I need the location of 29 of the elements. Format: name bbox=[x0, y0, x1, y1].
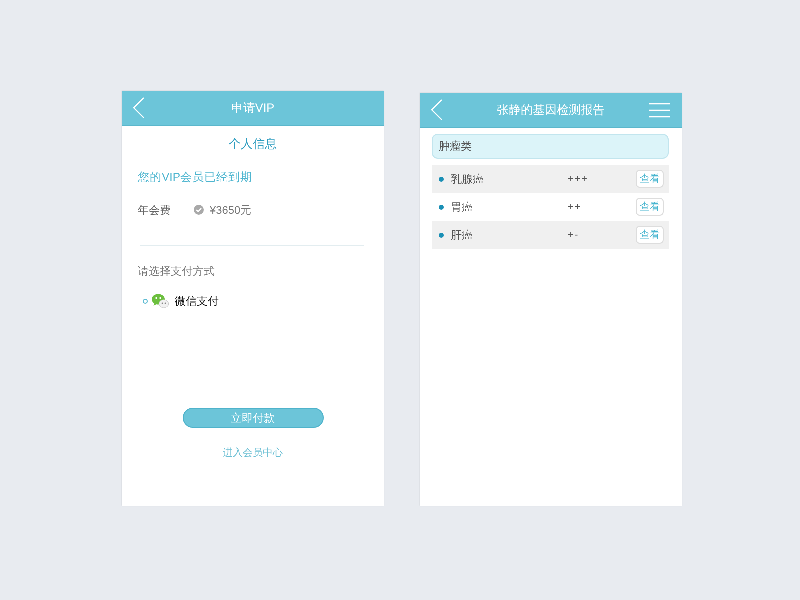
back-icon[interactable] bbox=[431, 99, 443, 121]
menu-icon[interactable] bbox=[649, 102, 670, 118]
fee-label: 年会费 bbox=[138, 204, 172, 218]
chat-bubbles-icon bbox=[152, 294, 169, 308]
expiry-notice: 您的VIP会员已经到期 bbox=[138, 171, 253, 185]
fee-amount: ¥3650元 bbox=[210, 204, 252, 218]
view-button[interactable]: 查看 bbox=[636, 170, 664, 188]
disease-name: 乳腺癌 bbox=[450, 172, 484, 186]
payment-prompt: 请选择支付方式 bbox=[138, 265, 215, 279]
bullet-icon bbox=[439, 204, 444, 210]
result-value: ++ bbox=[568, 202, 582, 212]
section-title: 个人信息 bbox=[229, 137, 277, 151]
bullet-icon bbox=[439, 232, 444, 238]
pay-button[interactable]: 立即付款 bbox=[182, 408, 324, 428]
back-icon[interactable] bbox=[133, 97, 145, 119]
payment-label[interactable]: 微信支付 bbox=[175, 294, 219, 308]
disease-name: 肝癌 bbox=[450, 228, 473, 242]
view-button[interactable]: 查看 bbox=[636, 226, 664, 244]
view-button[interactable]: 查看 bbox=[636, 198, 664, 216]
radio-button[interactable] bbox=[143, 298, 148, 304]
result-value: +++ bbox=[568, 174, 589, 184]
header-title: 张静的基因检测报告 bbox=[496, 102, 606, 118]
header-title: 申请VIP bbox=[230, 100, 276, 116]
check-circle-icon bbox=[194, 205, 204, 215]
disease-name: 胃癌 bbox=[450, 200, 473, 214]
result-value: +- bbox=[568, 230, 580, 240]
bullet-icon bbox=[439, 176, 444, 182]
category-bar: 肿瘤类 bbox=[432, 134, 669, 159]
member-center-link[interactable]: 进入会员中心 bbox=[223, 448, 283, 460]
